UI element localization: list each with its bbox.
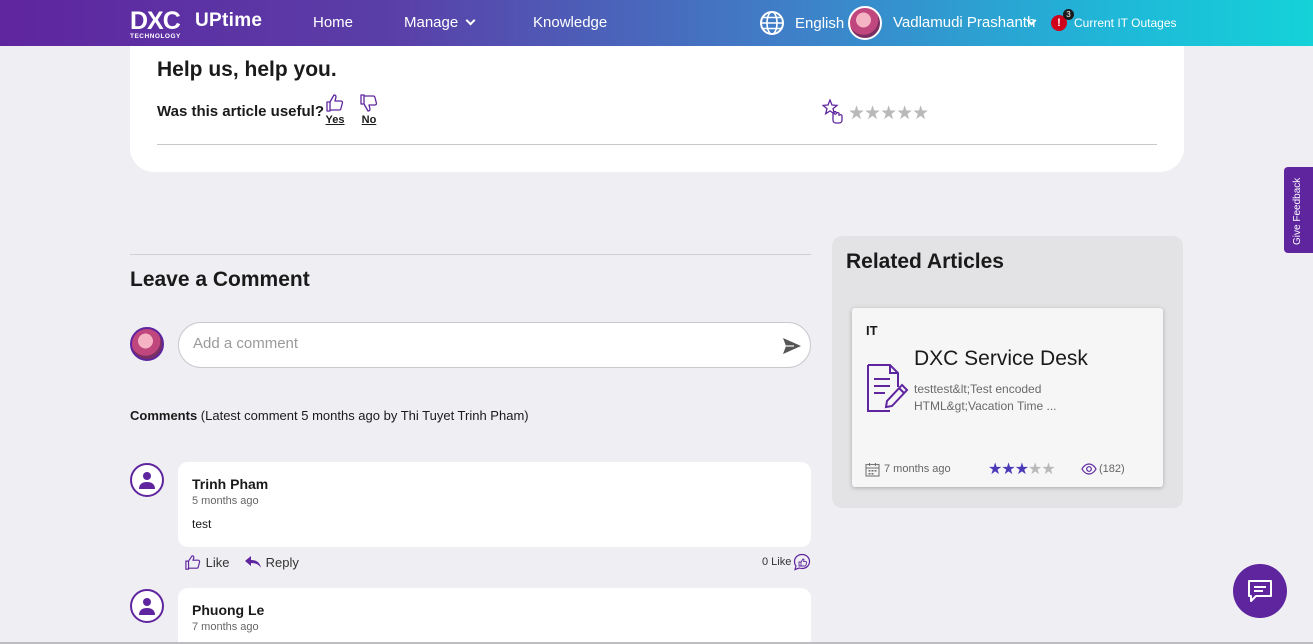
leave-comment-title: Leave a Comment [130, 268, 310, 291]
like-button[interactable]: Like [184, 554, 229, 570]
document-edit-icon [867, 364, 909, 412]
like-label: Like [205, 555, 230, 570]
related-article-card[interactable]: IT DXC Service Desk testtest&lt;Test enc… [852, 308, 1163, 487]
current-it-outages-link[interactable]: Current IT Outages [1074, 16, 1177, 30]
thumbs-down-icon [360, 94, 378, 112]
top-navigation-bar: DXC TECHNOLOGY UPtime Home Manage Knowle… [0, 0, 1313, 46]
nav-knowledge[interactable]: Knowledge [533, 14, 607, 31]
comment-card: Trinh Pham 5 months ago test [178, 462, 811, 547]
nav-manage-label: Manage [404, 14, 459, 31]
thumbs-up-icon [326, 94, 344, 112]
commenter-avatar [130, 463, 164, 497]
chevron-down-icon [465, 15, 476, 26]
logo-subtext: TECHNOLOGY [130, 33, 181, 40]
nav-manage[interactable]: Manage [404, 14, 476, 31]
rating-stars-input[interactable]: ★★★★★ [848, 102, 929, 125]
article-description: testtest&lt;Test encoded HTML&gt;Vacatio… [914, 382, 1057, 413]
dxc-logo[interactable]: DXC TECHNOLOGY [130, 8, 188, 40]
comment-box[interactable] [178, 322, 811, 368]
eye-icon [1081, 463, 1097, 475]
comment-text: test [192, 517, 212, 531]
vote-yes-button[interactable]: Yes [322, 93, 348, 126]
thumbs-up-icon [185, 555, 201, 570]
article-date: 7 months ago [884, 463, 951, 475]
give-feedback-label: Give Feedback [1292, 177, 1303, 245]
related-articles-title: Related Articles [846, 250, 1004, 273]
like-bubble-icon [793, 553, 811, 571]
vote-no-button[interactable]: No [356, 93, 382, 126]
related-articles-panel: Related Articles IT DXC Service Desk tes… [832, 236, 1183, 508]
useful-question: Was this article useful? [157, 103, 324, 120]
send-icon[interactable] [782, 336, 802, 356]
rating-stars-empty: ★★ [1028, 461, 1056, 478]
divider [157, 144, 1157, 145]
comments-summary-label: Comments [130, 408, 198, 423]
user-icon [139, 472, 155, 489]
reply-label: Reply [265, 555, 299, 570]
nav-home[interactable]: Home [313, 14, 353, 31]
globe-icon[interactable] [759, 10, 785, 36]
language-selector[interactable]: English [795, 15, 844, 32]
article-views: (182) [1099, 463, 1125, 475]
comment-input[interactable] [193, 335, 753, 352]
divider [130, 254, 811, 255]
comment-time: 5 months ago [192, 495, 259, 507]
user-name[interactable]: Vadlamudi Prashanth [893, 14, 1035, 31]
comment-author: Phuong Le [192, 602, 265, 618]
logo-text: DXC [130, 7, 181, 35]
calendar-icon [865, 463, 880, 477]
comments-summary-detail: (Latest comment 5 months ago by Thi Tuye… [197, 408, 529, 423]
alert-count-badge: 3 [1063, 9, 1074, 20]
vote-no-label: No [361, 114, 377, 126]
chat-icon [1248, 580, 1272, 602]
rating-stars-filled: ★★★ [988, 461, 1029, 478]
reply-icon [245, 556, 261, 568]
article-feedback-card: Help us, help you. Was this article usef… [130, 46, 1184, 172]
like-count: 0 Like [762, 556, 792, 568]
product-name[interactable]: UPtime [195, 10, 262, 32]
comment-author: Trinh Pham [192, 476, 269, 492]
comments-summary: Comments (Latest comment 5 months ago by… [130, 408, 529, 423]
help-title: Help us, help you. [157, 58, 337, 81]
rate-star-hand-icon [822, 99, 843, 124]
commenter-avatar [130, 589, 164, 623]
chat-button[interactable] [1233, 564, 1287, 618]
reply-button[interactable]: Reply [244, 554, 299, 570]
article-rating-stars: ★★★★★ [988, 459, 1056, 479]
vote-yes-label: Yes [325, 114, 345, 126]
article-title[interactable]: DXC Service Desk [914, 347, 1088, 371]
comment-time: 7 months ago [192, 621, 259, 633]
give-feedback-tab[interactable]: Give Feedback [1284, 167, 1313, 253]
article-category: IT [866, 323, 878, 338]
user-avatar[interactable] [848, 6, 882, 40]
user-icon [139, 598, 155, 615]
comment-card: Phuong Le 7 months ago [178, 588, 811, 644]
current-user-avatar [130, 327, 164, 361]
